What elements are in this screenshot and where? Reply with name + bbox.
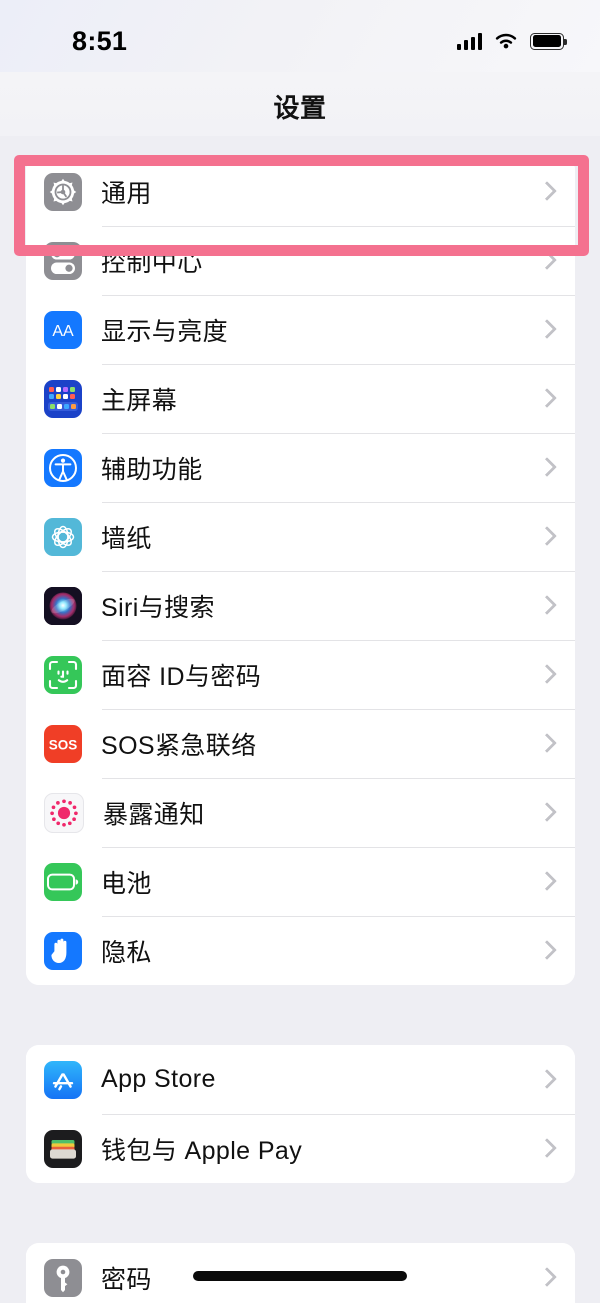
privacy-hand-icon (44, 931, 82, 970)
settings-row-siri-search[interactable]: Siri与搜索 (26, 571, 575, 640)
chevron-right-icon (540, 1070, 551, 1089)
settings-group-store: App Store 钱包与 Apple Pay (26, 1045, 575, 1183)
accessibility-icon (44, 448, 82, 487)
settings-row-label: 暴露通知 (103, 800, 205, 829)
status-bar-indicators (456, 30, 567, 52)
wallpaper-icon (44, 517, 82, 556)
settings-row-display-brightness[interactable]: AA 显示与亮度 (26, 295, 575, 364)
chevron-right-icon (540, 803, 551, 822)
chevron-right-icon (540, 389, 551, 408)
status-bar-time: 8:51 (72, 26, 128, 56)
settings-row-label: Siri与搜索 (101, 593, 215, 622)
settings-scroll-view[interactable]: 通用 控制中心 AA 显示与亮度 主屏幕 辅助功能 墙纸 Siri与搜索 面容 … (0, 136, 600, 1303)
control-center-icon (44, 241, 82, 280)
chevron-right-icon (540, 941, 551, 960)
chevron-right-icon (540, 1139, 551, 1158)
settings-row-label: 辅助功能 (101, 455, 203, 484)
settings-row-emergency-sos[interactable]: SOS SOS紧急联络 (26, 709, 575, 778)
settings-row-label: 主屏幕 (101, 386, 178, 415)
chevron-right-icon (540, 596, 551, 615)
settings-row-app-store[interactable]: App Store (26, 1045, 575, 1114)
battery-full-icon (530, 32, 567, 50)
settings-row-label: 墙纸 (101, 524, 152, 553)
key-icon (44, 1258, 82, 1297)
chevron-right-icon (540, 320, 551, 339)
settings-row-label: 控制中心 (101, 248, 203, 277)
home-screen-icon (44, 379, 82, 418)
chevron-right-icon (540, 458, 551, 477)
cellular-signal-icon (456, 32, 482, 50)
chevron-right-icon (540, 665, 551, 684)
home-indicator[interactable] (193, 1271, 407, 1281)
page-title: 设置 (273, 93, 327, 123)
siri-icon (44, 586, 82, 625)
gear-icon (44, 172, 82, 211)
settings-row-wallet-apple-pay[interactable]: 钱包与 Apple Pay (26, 1114, 575, 1183)
exposure-notification-icon (44, 792, 84, 833)
chevron-right-icon (540, 251, 551, 270)
app-store-icon (44, 1060, 82, 1099)
svg-text:SOS: SOS (49, 737, 78, 752)
settings-row-exposure-notifications[interactable]: 暴露通知 (26, 778, 575, 847)
settings-row-label: 电池 (101, 869, 152, 898)
face-id-icon (44, 655, 82, 694)
settings-row-label: App Store (101, 1065, 216, 1093)
display-brightness-icon: AA (44, 310, 82, 349)
settings-row-control-center[interactable]: 控制中心 (26, 226, 575, 295)
settings-row-accessibility[interactable]: 辅助功能 (26, 433, 575, 502)
settings-row-wallpaper[interactable]: 墙纸 (26, 502, 575, 571)
settings-row-general[interactable]: 通用 (26, 157, 575, 226)
battery-icon (44, 862, 82, 901)
sos-icon: SOS (44, 724, 82, 763)
settings-row-label: SOS紧急联络 (101, 731, 257, 760)
settings-row-label: 显示与亮度 (101, 317, 229, 346)
wifi-icon (495, 33, 517, 48)
chevron-right-icon (540, 182, 551, 201)
settings-row-privacy[interactable]: 隐私 (26, 916, 575, 985)
chevron-right-icon (540, 527, 551, 546)
settings-row-label: 面容 ID与密码 (101, 662, 262, 691)
chevron-right-icon (540, 1268, 551, 1287)
settings-row-face-id-passcode[interactable]: 面容 ID与密码 (26, 640, 575, 709)
settings-row-label: 钱包与 Apple Pay (101, 1136, 303, 1165)
settings-row-label: 隐私 (101, 938, 152, 967)
settings-row-label: 通用 (101, 179, 152, 208)
settings-row-battery[interactable]: 电池 (26, 847, 575, 916)
settings-row-home-screen[interactable]: 主屏幕 (26, 364, 575, 433)
svg-text:AA: AA (52, 323, 74, 340)
status-bar: 8:51 (0, 0, 600, 72)
chevron-right-icon (540, 734, 551, 753)
settings-group-main: 通用 控制中心 AA 显示与亮度 主屏幕 辅助功能 墙纸 Siri与搜索 面容 … (26, 157, 575, 985)
chevron-right-icon (540, 872, 551, 891)
wallet-icon (44, 1129, 82, 1168)
